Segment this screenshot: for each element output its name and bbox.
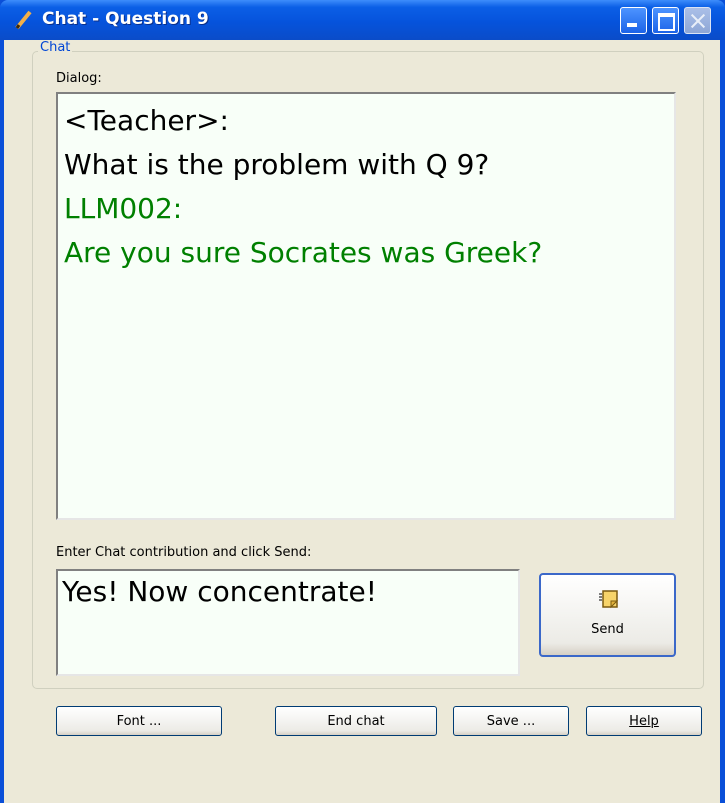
pencil-icon <box>15 10 32 30</box>
dialog-label: Dialog: <box>56 71 102 86</box>
send-button[interactable]: Send <box>539 573 676 657</box>
font-button[interactable]: Font ... <box>56 706 222 736</box>
chat-window: Chat - Question 9 Chat Dialog: <Teacher>… <box>0 0 725 803</box>
save-button[interactable]: Save ... <box>453 706 569 736</box>
chat-input-value: Yes! Now concentrate! <box>62 575 377 608</box>
help-button[interactable]: Help <box>586 706 702 736</box>
input-label: Enter Chat contribution and click Send: <box>56 545 312 560</box>
message-text-student: Are you sure Socrates was Greek? <box>64 236 543 269</box>
message-sender-student: LLM002: <box>64 192 183 225</box>
dialog-transcript[interactable]: <Teacher>: What is the problem with Q 9?… <box>56 92 676 520</box>
window-title: Chat - Question 9 <box>42 9 209 29</box>
send-button-label: Send <box>591 622 624 637</box>
end-chat-button[interactable]: End chat <box>275 706 437 736</box>
chat-group-label: Chat <box>38 40 73 55</box>
maximize-button[interactable] <box>652 7 679 34</box>
message-sender-teacher: <Teacher>: <box>64 104 229 137</box>
close-button[interactable] <box>684 7 711 34</box>
note-icon <box>599 590 619 609</box>
minimize-button[interactable] <box>620 7 647 34</box>
message-text-teacher: What is the problem with Q 9? <box>64 148 490 181</box>
title-bar[interactable]: Chat - Question 9 <box>0 0 725 40</box>
chat-input-field[interactable]: Yes! Now concentrate! <box>56 569 520 676</box>
